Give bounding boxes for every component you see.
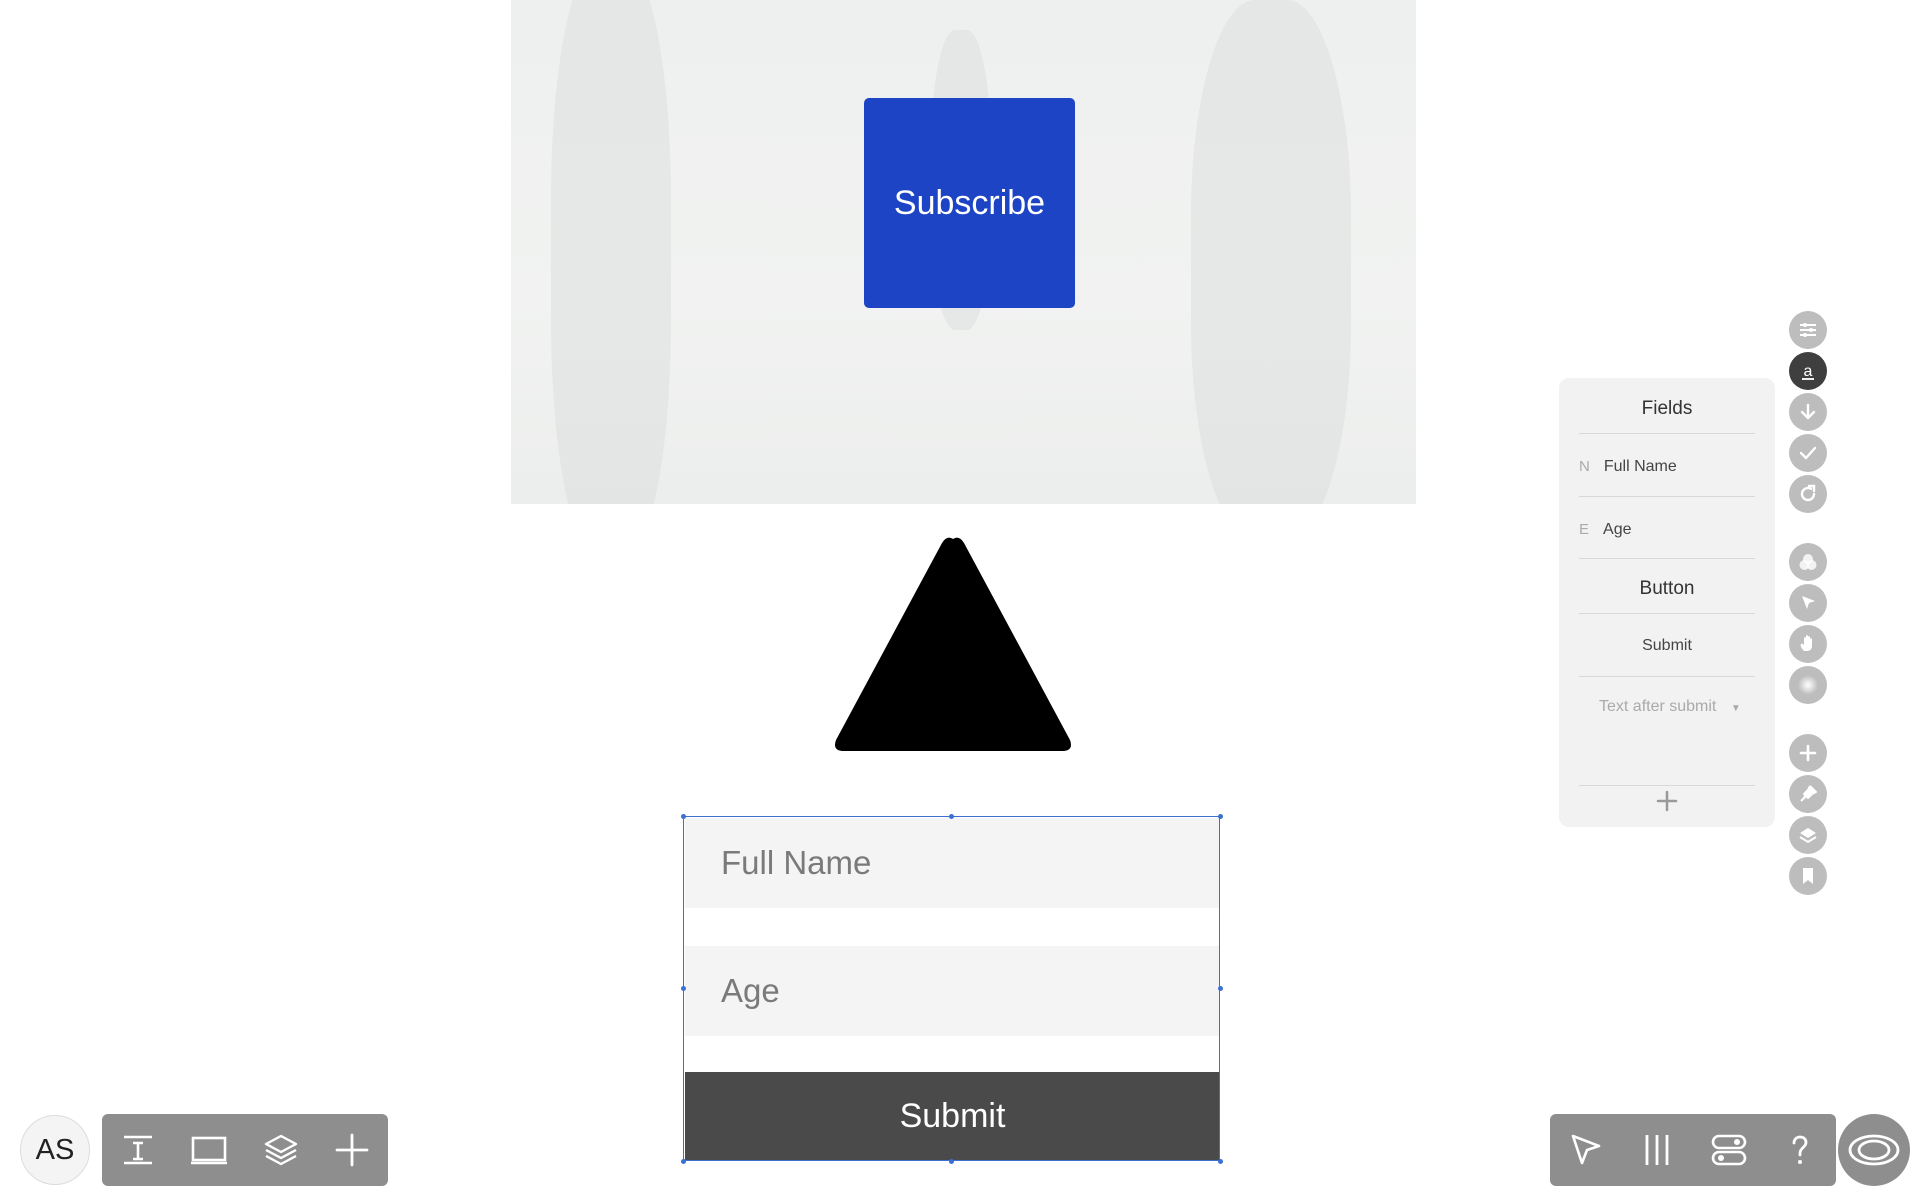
resize-handle-right[interactable] xyxy=(1218,986,1223,991)
eye-icon xyxy=(1848,1134,1900,1166)
add-button[interactable] xyxy=(1789,734,1827,772)
help-icon xyxy=(1792,1135,1808,1164)
text-tool-button[interactable] xyxy=(102,1114,174,1186)
field-row-full-name[interactable]: N Full Name xyxy=(1579,458,1677,476)
bottom-left-toolbar xyxy=(102,1114,388,1186)
resize-handle-top[interactable] xyxy=(949,814,954,819)
triangle-shape[interactable] xyxy=(833,535,1073,755)
divider xyxy=(1579,785,1755,786)
field-key: E xyxy=(1579,521,1590,538)
pin-button[interactable] xyxy=(1789,775,1827,813)
blend-icon xyxy=(1799,554,1817,570)
bottom-right-toolbar xyxy=(1550,1114,1836,1186)
field-label: Age xyxy=(1603,521,1632,538)
check-icon xyxy=(1799,446,1817,460)
frame-tool-icon xyxy=(191,1136,228,1165)
arrow-down-icon xyxy=(1800,403,1816,420)
columns-icon xyxy=(1645,1135,1669,1165)
columns-tool-button[interactable] xyxy=(1622,1114,1694,1186)
sliders-button[interactable] xyxy=(1789,311,1827,349)
resize-handle-bottom[interactable] xyxy=(949,1159,954,1164)
fields-heading: Fields xyxy=(1641,398,1693,419)
after-submit-dropdown[interactable]: Text after submit ▼ xyxy=(1599,698,1741,716)
button-heading: Button xyxy=(1639,578,1695,599)
help-button[interactable] xyxy=(1765,1114,1837,1186)
field-label: Full Name xyxy=(1603,458,1677,475)
cursor-button[interactable] xyxy=(1789,584,1827,622)
divider xyxy=(1579,433,1755,434)
divider xyxy=(1579,558,1755,559)
hand-icon xyxy=(1800,635,1812,651)
bookmark-button[interactable] xyxy=(1789,857,1827,895)
bookmark-icon xyxy=(1803,868,1813,884)
resize-handle-top-right[interactable] xyxy=(1218,814,1223,819)
field-key: N xyxy=(1579,458,1590,475)
form-fields-panel: Fields N Full Name E Age Button Submit Tex… xyxy=(1559,378,1775,827)
gradient-icon xyxy=(1798,675,1818,695)
cursor-icon xyxy=(1802,596,1815,609)
divider xyxy=(1579,496,1755,497)
add-field-icon[interactable] xyxy=(1656,790,1678,812)
background-tree xyxy=(551,0,671,504)
resize-handle-bottom-right[interactable] xyxy=(1218,1159,1223,1164)
add-icon xyxy=(335,1133,369,1167)
blend-button[interactable] xyxy=(1789,543,1827,581)
text-style-button[interactable]: a xyxy=(1789,352,1827,390)
button-label-field[interactable]: Submit xyxy=(1559,637,1775,655)
add-tool-button[interactable] xyxy=(317,1114,389,1186)
resize-handle-bottom-left[interactable] xyxy=(681,1159,686,1164)
pointer-tool-button[interactable] xyxy=(1550,1114,1622,1186)
layers-icon xyxy=(1799,828,1817,844)
resize-handle-left[interactable] xyxy=(681,986,686,991)
sliders-icon xyxy=(1800,323,1816,337)
text-tool-icon xyxy=(123,1135,152,1165)
arrow-down-button[interactable] xyxy=(1789,393,1827,431)
redo-icon xyxy=(1800,484,1816,502)
pointer-icon xyxy=(1571,1134,1601,1165)
frame-tool-button[interactable] xyxy=(174,1114,246,1186)
divider xyxy=(1579,613,1755,614)
user-avatar[interactable]: AS xyxy=(20,1115,90,1185)
layers-icon xyxy=(264,1134,297,1166)
plus-icon xyxy=(1799,744,1817,762)
layers-button[interactable] xyxy=(1789,816,1827,854)
background-tree xyxy=(1191,0,1351,504)
layers-tool-button[interactable] xyxy=(245,1114,317,1186)
form-selection-frame[interactable] xyxy=(683,816,1220,1161)
gradient-button[interactable] xyxy=(1789,666,1827,704)
hand-button[interactable] xyxy=(1789,625,1827,663)
resize-handle-top-left[interactable] xyxy=(681,814,686,819)
svg-text:a: a xyxy=(1804,363,1813,380)
pin-icon xyxy=(1800,785,1817,802)
toggle-icon xyxy=(1711,1134,1747,1166)
subscribe-button[interactable]: Subscribe xyxy=(864,98,1075,308)
check-button[interactable] xyxy=(1789,434,1827,472)
after-submit-label: Text after submit xyxy=(1599,698,1717,715)
toggle-tool-button[interactable] xyxy=(1693,1114,1765,1186)
divider xyxy=(1579,676,1755,677)
preview-button[interactable] xyxy=(1838,1114,1910,1186)
field-row-age[interactable]: E Age xyxy=(1579,521,1631,539)
text-style-icon: a xyxy=(1802,363,1814,380)
redo-button[interactable] xyxy=(1789,475,1827,513)
caret-down-icon: ▼ xyxy=(1730,703,1741,714)
